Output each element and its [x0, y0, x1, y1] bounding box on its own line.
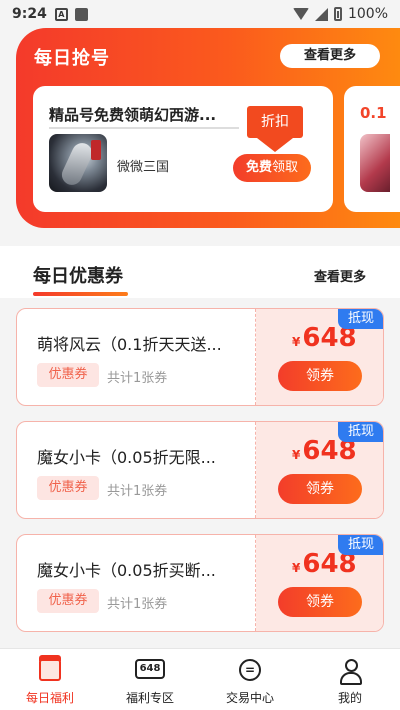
- next-account-card[interactable]: 0.1: [344, 86, 400, 212]
- discount-arrow-icon: [257, 138, 293, 152]
- currency-symbol: ¥: [292, 561, 301, 575]
- notification-a-icon: A: [54, 7, 68, 21]
- coupon-value-panel: ¥648 领券 抵现: [256, 535, 383, 631]
- nav-label: 每日福利: [25, 691, 74, 705]
- nav-trade-center[interactable]: = 交易中心: [200, 649, 300, 710]
- coupons-section-title: 每日优惠券: [33, 266, 123, 287]
- coupon-count: 共计1张券: [107, 484, 168, 499]
- nav-label: 福利专区: [125, 691, 174, 705]
- coupon-tag: 优惠券: [37, 589, 99, 613]
- section-title-underline: [33, 292, 128, 296]
- nav-label: 我的: [337, 691, 362, 705]
- claim-label: 领取: [272, 160, 299, 175]
- coupon-value-panel: ¥648 领券 抵现: [256, 422, 383, 518]
- claim-bold-label: 免费: [245, 160, 272, 175]
- signal-icon: [314, 7, 328, 21]
- coupon-game-name: 魔女小卡（0.05折买断...: [37, 561, 216, 580]
- currency-symbol: ¥: [292, 448, 301, 462]
- trade-icon: =: [239, 659, 261, 681]
- battery-percent: 100%: [347, 6, 388, 22]
- coupon-card[interactable]: 魔女小卡（0.05折无限... 优惠券 共计1张券 ¥648 领券 抵现: [16, 421, 384, 519]
- bottom-nav: 每日福利 648 福利专区 = 交易中心 我的: [0, 648, 400, 710]
- game-thumbnail[interactable]: [49, 134, 107, 192]
- coupons-section-header: 每日优惠券 查看更多: [0, 246, 400, 298]
- nav-label: 交易中心: [225, 691, 274, 705]
- coupon-type-badge: 抵现: [338, 422, 383, 442]
- coupon-card[interactable]: 魔女小卡（0.05折买断... 优惠券 共计1张券 ¥648 领券 抵现: [16, 534, 384, 632]
- battery-icon: [333, 7, 342, 21]
- next-account-title: 0.1: [360, 104, 387, 122]
- claim-coupon-button[interactable]: 领券: [278, 474, 362, 504]
- 648-icon: 648: [135, 659, 165, 679]
- daily-accounts-banner: 每日抢号 查看更多 精品号免费领萌幻西游... 微微三国 折扣 免费领取 0.1: [16, 28, 400, 228]
- coupon-type-badge: 抵现: [338, 309, 383, 329]
- coupon-count: 共计1张券: [107, 371, 168, 386]
- coupon-game-name: 萌将风云（0.1折天天送...: [37, 335, 222, 354]
- coupon-type-badge: 抵现: [338, 535, 383, 555]
- coupon-game-name: 魔女小卡（0.05折无限...: [37, 448, 216, 467]
- currency-symbol: ¥: [292, 335, 301, 349]
- coupon-info: 魔女小卡（0.05折买断... 优惠券 共计1张券: [17, 535, 255, 631]
- coupon-info: 萌将风云（0.1折天天送... 优惠券 共计1张券: [17, 309, 255, 405]
- daily-accounts-title: 每日抢号: [34, 48, 110, 69]
- user-icon: [339, 659, 362, 685]
- status-time: 9:24: [12, 6, 47, 22]
- coupon-card[interactable]: 萌将风云（0.1折天天送... 优惠券 共计1张券 ¥648 领券 抵现: [16, 308, 384, 406]
- coupon-info: 魔女小卡（0.05折无限... 优惠券 共计1张券: [17, 422, 255, 518]
- coupon-tag: 优惠券: [37, 476, 99, 500]
- status-bar: 9:24 A 100%: [0, 0, 400, 28]
- discount-tag: 折扣: [247, 106, 303, 138]
- coupon-tag: 优惠券: [37, 363, 99, 387]
- claim-coupon-button[interactable]: 领券: [278, 587, 362, 617]
- nav-daily-welfare[interactable]: 每日福利: [0, 649, 100, 710]
- nav-welfare-zone[interactable]: 648 福利专区: [100, 649, 200, 710]
- coupons-more-link[interactable]: 查看更多: [314, 266, 366, 285]
- shop-icon: [39, 655, 61, 681]
- notification-square-icon: [74, 7, 88, 21]
- claim-coupon-button[interactable]: 领券: [278, 361, 362, 391]
- next-game-thumbnail: [360, 134, 390, 192]
- wifi-icon: [292, 8, 309, 20]
- coupon-count: 共计1张券: [107, 597, 168, 612]
- coupon-list: 萌将风云（0.1折天天送... 优惠券 共计1张券 ¥648 领券 抵现 魔女小…: [0, 298, 400, 648]
- daily-accounts-more-button[interactable]: 查看更多: [280, 44, 380, 68]
- free-claim-button[interactable]: 免费领取: [233, 154, 311, 182]
- nav-profile[interactable]: 我的: [300, 649, 400, 710]
- free-account-title[interactable]: 精品号免费领萌幻西游...: [49, 104, 239, 129]
- free-account-card[interactable]: 精品号免费领萌幻西游... 微微三国 折扣 免费领取: [33, 86, 333, 212]
- coupon-value-panel: ¥648 领券 抵现: [256, 309, 383, 405]
- game-name: 微微三国: [117, 160, 170, 175]
